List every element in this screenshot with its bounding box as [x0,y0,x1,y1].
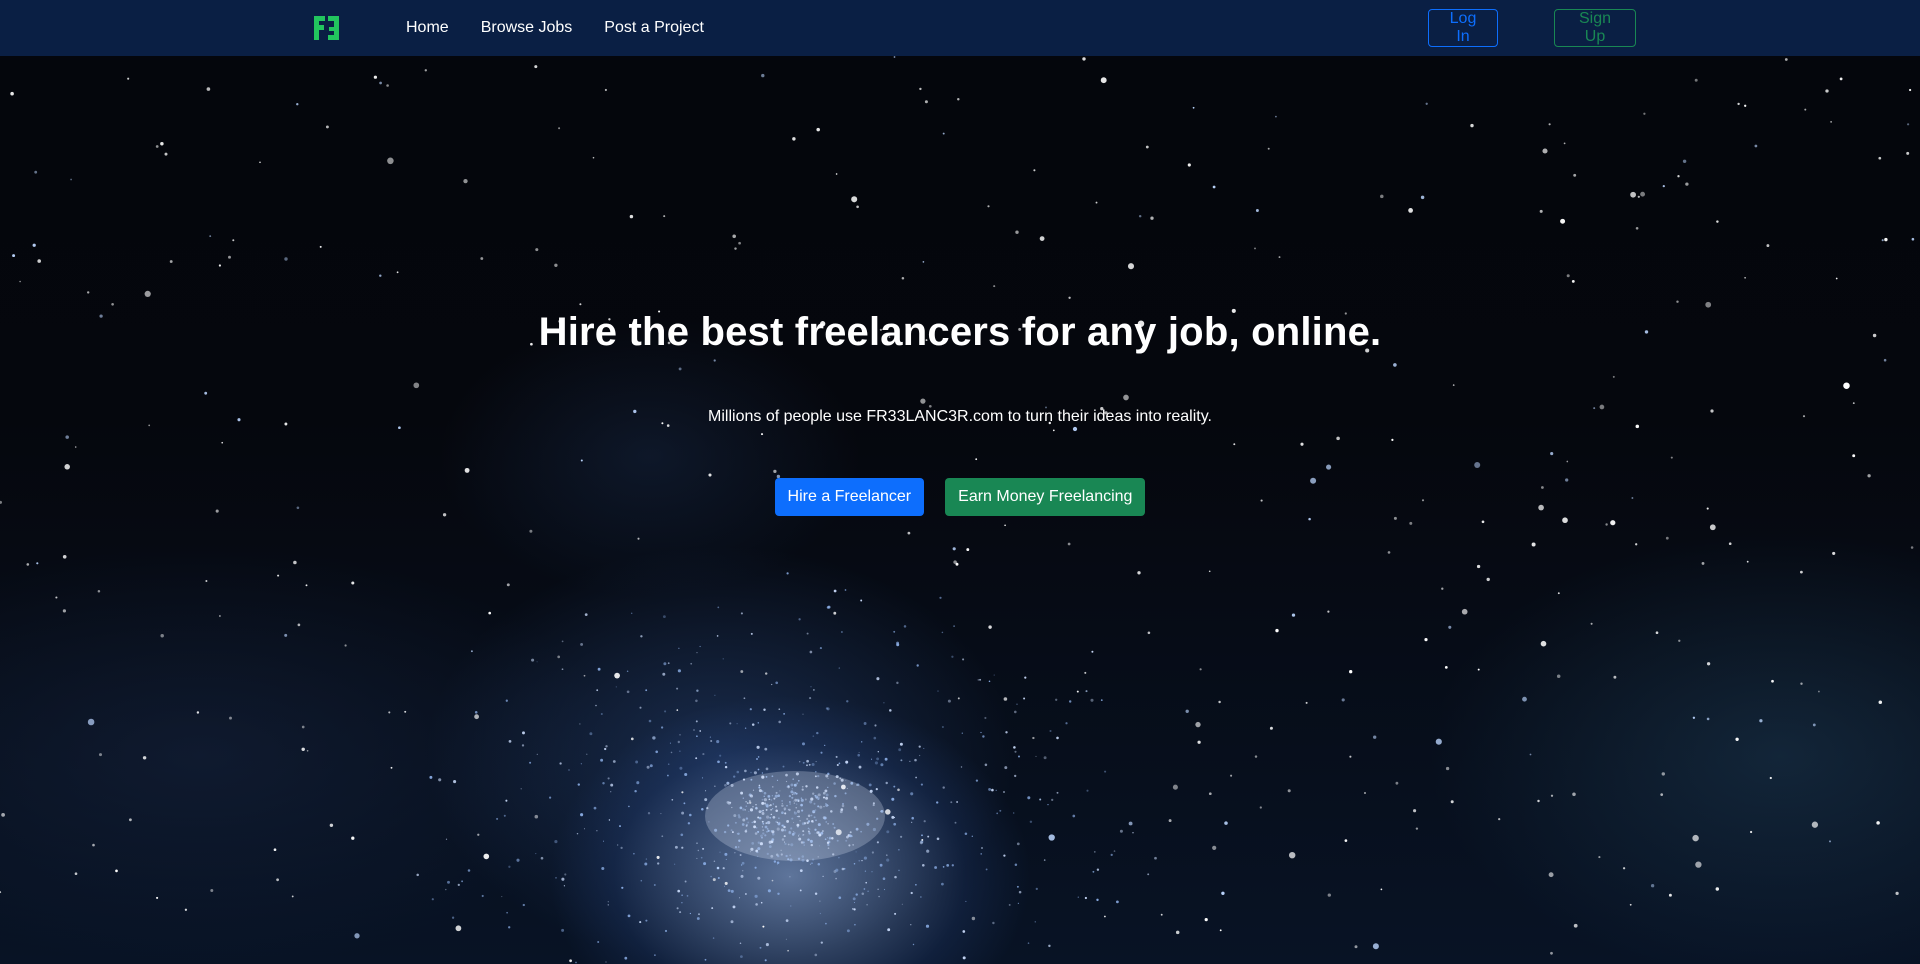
login-button[interactable]: Log In [1428,9,1498,47]
hero-subtitle: Millions of people use FR33LANC3R.com to… [708,408,1212,425]
signup-button[interactable]: Sign Up [1554,9,1636,47]
hire-freelancer-button[interactable]: Hire a Freelancer [774,478,925,516]
navbar: Home Browse Jobs Post a Project Log In S… [0,0,1920,56]
nav-browse-jobs-link[interactable]: Browse Jobs [481,19,573,37]
hero-title: Hire the best freelancers for any job, o… [538,310,1382,354]
f3-logo-icon[interactable] [312,13,342,43]
hero-buttons: Hire a Freelancer Earn Money Freelancing [0,478,1920,516]
auth-buttons: Log In Sign Up [1428,9,1636,47]
earn-money-button[interactable]: Earn Money Freelancing [945,478,1146,516]
nav-post-project-link[interactable]: Post a Project [604,19,704,37]
nav-home-link[interactable]: Home [406,19,449,37]
hero-section: Hire the best freelancers for any job, o… [0,56,1920,964]
nav-links: Home Browse Jobs Post a Project [406,0,736,56]
